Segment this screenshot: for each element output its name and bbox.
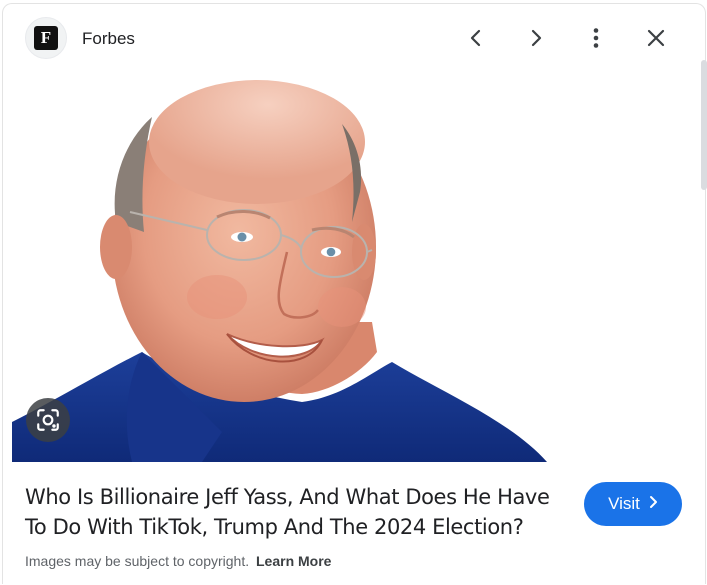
next-button[interactable] <box>518 20 554 56</box>
preview-image[interactable] <box>12 72 695 462</box>
close-icon <box>647 29 665 47</box>
copyright-notice: Images may be subject to copyright. Lear… <box>25 552 331 570</box>
close-button[interactable] <box>638 20 674 56</box>
preview-header: F Forbes <box>0 0 707 76</box>
portrait-image <box>12 72 695 462</box>
chevron-right-icon <box>531 29 542 47</box>
copyright-text: Images may be subject to copyright. <box>25 553 250 569</box>
visit-button[interactable]: Visit <box>584 482 682 526</box>
image-title-link[interactable]: Who Is Billionaire Jeff Yass, And What D… <box>25 482 570 542</box>
lens-icon <box>37 409 59 431</box>
google-lens-button[interactable] <box>26 398 70 442</box>
source-favicon[interactable]: F <box>25 17 67 59</box>
more-vert-icon <box>593 28 599 48</box>
image-preview-panel: F Forbes Who Is Billionaire Jeff Yass, A… <box>0 0 707 585</box>
forbes-logo-icon: F <box>34 26 58 50</box>
chevron-right-small-icon <box>648 494 658 514</box>
scrollbar[interactable] <box>701 60 707 190</box>
previous-button[interactable] <box>458 20 494 56</box>
more-options-button[interactable] <box>578 20 614 56</box>
source-name[interactable]: Forbes <box>82 28 135 50</box>
learn-more-link[interactable]: Learn More <box>256 553 331 569</box>
visit-button-label: Visit <box>608 494 640 513</box>
chevron-left-icon <box>470 29 481 47</box>
